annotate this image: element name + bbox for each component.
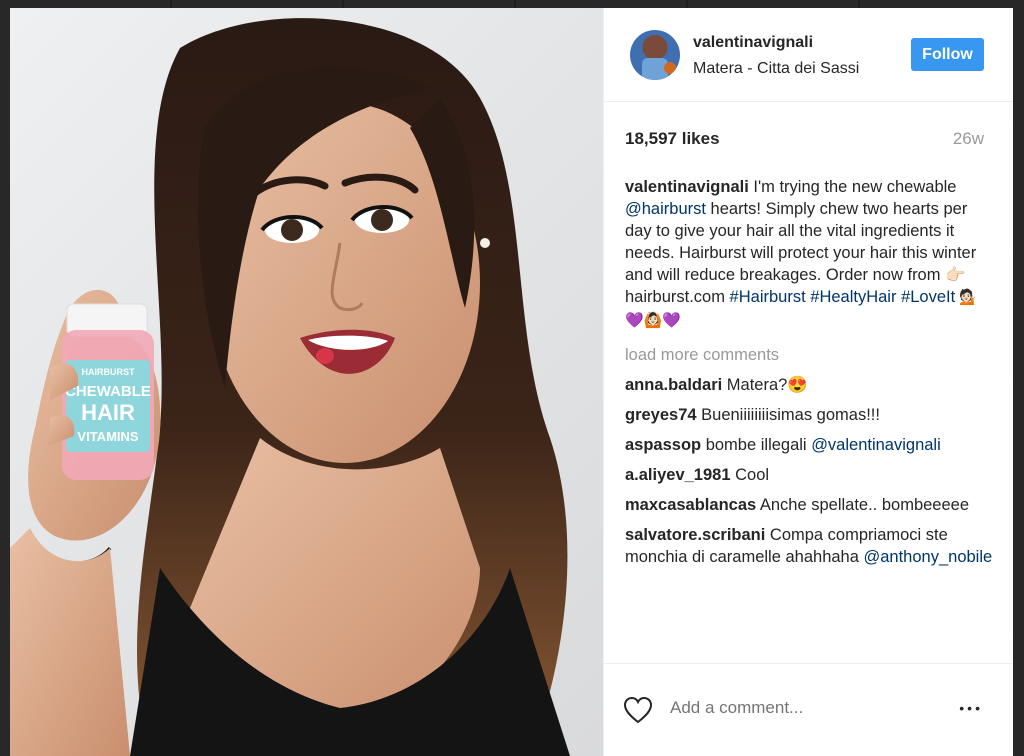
comment-text: Anche spellate.. bombeeeee xyxy=(756,496,970,514)
caption-text-1: I'm trying the new chewable xyxy=(748,178,957,196)
post-location[interactable]: Matera - Citta dei Sassi xyxy=(693,60,859,78)
caption-mention[interactable]: @hairburst xyxy=(625,200,706,218)
comment-username[interactable]: maxcasablancas xyxy=(625,496,756,514)
comment: greyes74 Bueniiiiiiiisimas gomas!!! xyxy=(625,404,995,426)
comment: salvatore.scribani Compa compriamoci ste… xyxy=(625,524,995,568)
comment-username[interactable]: aspassop xyxy=(625,436,701,454)
comment-text: Matera?😍 xyxy=(722,376,808,394)
post-footer: ••• xyxy=(604,663,1013,756)
caption: valentinavignali I'm trying the new chew… xyxy=(625,176,995,332)
post-sidebar: valentinavignali Matera - Citta dei Sass… xyxy=(603,8,1013,756)
more-options-icon[interactable]: ••• xyxy=(959,700,983,716)
post-header: valentinavignali Matera - Citta dei Sass… xyxy=(604,8,1013,102)
comment-username[interactable]: greyes74 xyxy=(625,406,697,424)
comment: maxcasablancas Anche spellate.. bombeeee… xyxy=(625,494,995,516)
bottle-line3: VITAMINS xyxy=(77,429,138,444)
post-age[interactable]: 26w xyxy=(953,129,984,149)
load-more-comments[interactable]: load more comments xyxy=(625,344,995,366)
comment: aspassop bombe illegali @valentinavignal… xyxy=(625,434,995,456)
comment: a.aliyev_1981 Cool xyxy=(625,464,995,486)
comment-text: Cool xyxy=(730,466,770,484)
photo-illustration: HAIRBURST CHEWABLE HAIR VITAMINS xyxy=(10,18,570,756)
bottle-brand: HAIRBURST xyxy=(82,367,136,377)
heart-icon[interactable] xyxy=(623,696,653,724)
post-photo[interactable]: HAIRBURST CHEWABLE HAIR VITAMINS xyxy=(10,8,603,756)
caption-hashtag-1[interactable]: #Hairburst xyxy=(730,288,806,306)
avatar-ball xyxy=(664,62,676,74)
caption-username[interactable]: valentinavignali xyxy=(625,178,749,196)
comments-list: valentinavignali I'm trying the new chew… xyxy=(625,176,995,576)
comment-mention[interactable]: @anthony_nobile xyxy=(864,548,993,566)
comment-username[interactable]: anna.baldari xyxy=(625,376,722,394)
caption-hashtag-3[interactable]: #LoveIt xyxy=(901,288,955,306)
comment-mention[interactable]: @valentinavignali xyxy=(811,436,941,454)
comment-text: bombe illegali xyxy=(701,436,812,454)
avatar[interactable] xyxy=(630,30,680,80)
post-modal: HAIRBURST CHEWABLE HAIR VITAMINS valenti… xyxy=(10,8,1013,756)
add-comment-input[interactable] xyxy=(668,697,932,719)
likes-row: 18,597 likes 26w xyxy=(625,129,984,153)
follow-button[interactable]: Follow xyxy=(911,38,984,71)
comment: anna.baldari Matera?😍 xyxy=(625,374,995,396)
comment-username[interactable]: a.aliyev_1981 xyxy=(625,466,731,484)
post-username[interactable]: valentinavignali xyxy=(693,34,813,52)
bottle-line2: HAIR xyxy=(81,400,135,425)
caption-hashtag-2[interactable]: #HealtyHair xyxy=(810,288,896,306)
comment-text: Bueniiiiiiiisimas gomas!!! xyxy=(696,406,880,424)
comment-username[interactable]: salvatore.scribani xyxy=(625,526,765,544)
likes-count[interactable]: 18,597 likes xyxy=(625,129,720,149)
